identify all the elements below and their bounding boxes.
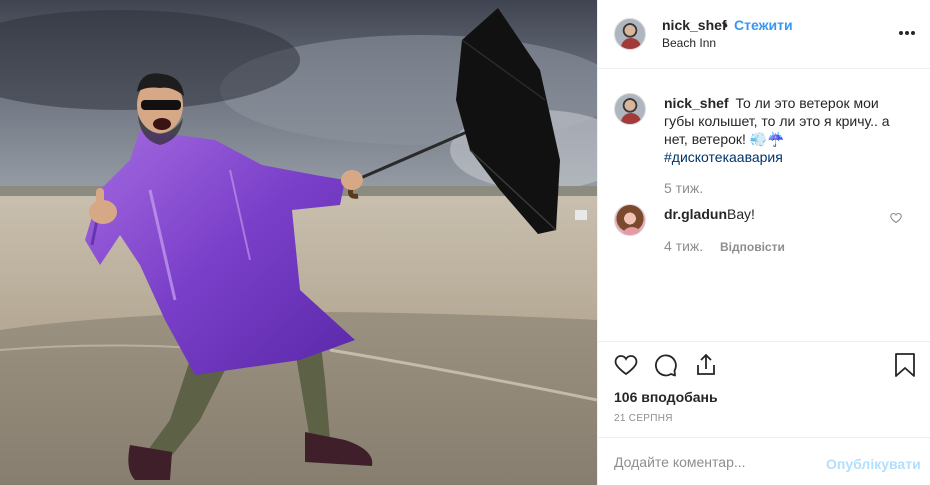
- avatar[interactable]: [614, 18, 646, 50]
- comment-input[interactable]: [614, 452, 814, 472]
- beach-scene-image: [0, 0, 597, 485]
- comment-like-heart-icon[interactable]: [890, 211, 902, 227]
- comment-timestamp[interactable]: 4 тиж.: [664, 238, 703, 254]
- bookmark-icon[interactable]: [894, 353, 916, 380]
- hashtag-link[interactable]: #дискотекаавария: [664, 148, 904, 166]
- post-actions: 106 вподобань 21 СЕРПНЯ: [598, 341, 930, 437]
- post-caption: nick_shef То ли это ветерок мои губы кол…: [664, 94, 904, 166]
- post-date[interactable]: 21 СЕРПНЯ: [614, 413, 673, 424]
- comments-section: nick_shef То ли это ветерок мои губы кол…: [598, 70, 930, 340]
- heart-icon[interactable]: [614, 353, 638, 380]
- more-icon[interactable]: [898, 20, 916, 41]
- avatar[interactable]: [614, 93, 646, 125]
- share-icon[interactable]: [694, 353, 718, 380]
- comment-icon[interactable]: [654, 353, 678, 380]
- separator-dot: •: [723, 17, 728, 33]
- likes-count[interactable]: 106 вподобань: [614, 389, 718, 405]
- comment-text: Вау!: [727, 206, 755, 222]
- add-comment-bar: Опублікувати: [598, 437, 930, 485]
- comment-username[interactable]: dr.gladun: [664, 206, 727, 222]
- caption-username[interactable]: nick_shef: [664, 95, 729, 111]
- location-link[interactable]: Beach Inn: [662, 36, 716, 50]
- header-username[interactable]: nick_shef: [662, 17, 727, 33]
- post-header: nick_shef • Стежити Beach Inn: [598, 0, 930, 69]
- follow-button[interactable]: Стежити: [734, 17, 793, 33]
- reply-button[interactable]: Відповісти: [720, 240, 785, 254]
- post-photo[interactable]: [0, 0, 597, 485]
- avatar[interactable]: [614, 204, 646, 236]
- post-sidebar: nick_shef • Стежити Beach Inn nick_shef …: [597, 0, 930, 485]
- publish-button[interactable]: Опублікувати: [826, 456, 921, 472]
- caption-timestamp[interactable]: 5 тиж.: [664, 180, 703, 196]
